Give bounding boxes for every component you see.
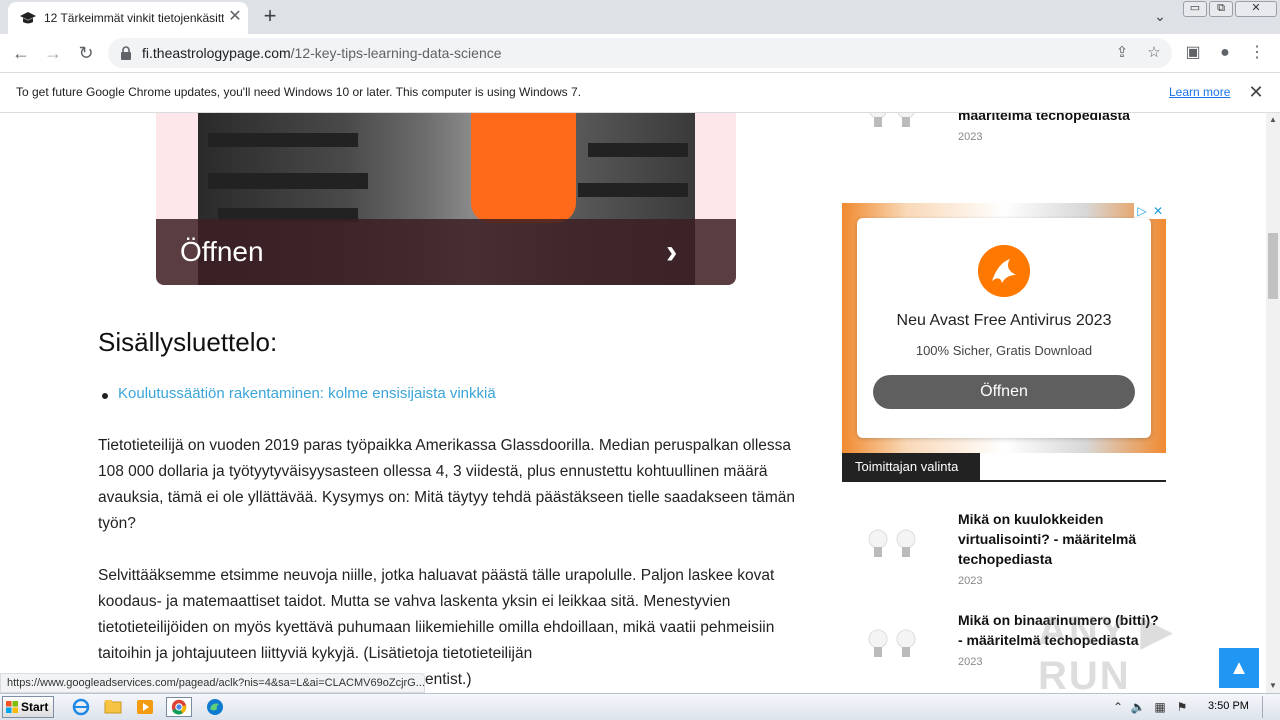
chrome-icon[interactable] (166, 697, 192, 717)
sidebar-article-year: 2023 (958, 575, 983, 587)
windows-logo-icon (6, 701, 18, 713)
tab-search-chevron-icon[interactable]: ⌄ (1150, 8, 1170, 28)
lock-icon (121, 46, 131, 60)
ad-title: Neu Avast Free Antivirus 2023 (896, 312, 1112, 329)
tab-strip: 12 Tärkeimmät vinkit tietojenkäsittelyti… (0, 0, 1280, 34)
ad-open-button[interactable]: Öffnen (873, 375, 1135, 409)
edge-icon[interactable] (202, 697, 228, 717)
start-button[interactable]: Start (2, 696, 54, 718)
scroll-up-arrow-icon[interactable]: ▲ (1266, 113, 1280, 127)
update-infobar: To get future Google Chrome updates, you… (0, 72, 1280, 113)
editors-choice-tab[interactable]: Toimittajan valinta (842, 453, 980, 481)
toc-link[interactable]: Koulutussäätiön rakentaminen: kolme ensi… (118, 385, 496, 402)
tab-title: 12 Tärkeimmät vinkit tietojenkäsittelyti… (44, 11, 224, 25)
sidebar-article-title[interactable]: Mikä on kuulokkeiden virtualisointi? - m… (958, 509, 1163, 569)
internet-explorer-icon[interactable] (68, 697, 94, 717)
graduation-cap-icon (20, 12, 36, 24)
windows-taskbar: Start ⌃ 🔈 ▦ ⚑ 3:50 PM (0, 693, 1280, 720)
taskbar-clock[interactable]: 3:50 PM (1208, 700, 1249, 712)
article-paragraph-fragment: entist.) (425, 671, 472, 688)
browser-tab[interactable]: 12 Tärkeimmät vinkit tietojenkäsittelyti… (8, 2, 248, 34)
sidebar-article-year: 2023 (958, 131, 983, 143)
avast-logo-icon (978, 245, 1030, 297)
article-paragraph: Tietotieteilijä on vuoden 2019 paras työ… (98, 437, 796, 532)
page-content: Öffnen › Sisällysluettelo: Koulutussääti… (0, 113, 1266, 693)
restore-button[interactable]: ⧉ (1209, 1, 1233, 17)
network-icon[interactable]: ▦ (1152, 700, 1168, 714)
action-center-flag-icon[interactable]: ⚑ (1174, 700, 1190, 714)
scroll-to-top-button[interactable]: ▲ (1219, 648, 1259, 688)
scrollbar-thumb[interactable] (1268, 233, 1278, 299)
scroll-down-arrow-icon[interactable]: ▼ (1266, 679, 1280, 693)
browser-toolbar: ← → ↻ fi.theastrologypage.com/12-key-tip… (0, 34, 1280, 72)
chevron-right-icon[interactable]: › (666, 233, 677, 272)
page-scrollbar[interactable]: ▲ ▼ (1266, 113, 1280, 693)
light-bulbs-thumbnail[interactable] (862, 523, 922, 571)
ad-card[interactable]: Neu Avast Free Antivirus 2023 100% Siche… (857, 218, 1151, 438)
editors-choice-divider (842, 480, 1166, 482)
light-bulbs-thumbnail[interactable] (862, 113, 922, 141)
article-ad-banner[interactable]: Öffnen › (156, 113, 736, 285)
ad-close-icon[interactable]: ✕ (1150, 203, 1166, 219)
reload-icon[interactable]: ↻ (73, 40, 99, 66)
sidebar-article-title[interactable]: määritelmä techopediasta (958, 113, 1163, 125)
close-window-button[interactable]: ✕ (1235, 1, 1277, 17)
adchoices[interactable]: ▷ ✕ (1134, 203, 1166, 219)
tab-close-icon[interactable]: ✕ (226, 8, 244, 26)
menu-kebab-icon[interactable]: ⋮ (1244, 40, 1270, 66)
tray-expand-icon[interactable]: ⌃ (1110, 700, 1126, 714)
sidebar-ad[interactable]: ▷ ✕ Neu Avast Free Antivirus 2023 100% S… (842, 203, 1166, 453)
side-panel-icon[interactable]: ▣ (1180, 40, 1206, 66)
share-icon[interactable]: ⇪ (1112, 43, 1132, 63)
infobar-message: To get future Google Chrome updates, you… (16, 85, 582, 99)
volume-icon[interactable]: 🔈 (1130, 700, 1146, 714)
adchoices-play-icon[interactable]: ▷ (1134, 203, 1150, 219)
new-tab-button[interactable]: + (258, 5, 282, 29)
forward-arrow-icon[interactable]: → (40, 40, 66, 66)
toc-title: Sisällysluettelo: (98, 327, 278, 357)
file-explorer-icon[interactable] (100, 697, 126, 717)
media-player-icon[interactable] (132, 697, 158, 717)
article-paragraph: Selvittääksemme etsimme neuvoja niille, … (98, 567, 775, 662)
minimize-button[interactable]: ▭ (1183, 1, 1207, 17)
bookmark-star-icon[interactable]: ☆ (1144, 43, 1164, 63)
start-label: Start (21, 700, 49, 714)
show-desktop-button[interactable] (1262, 696, 1278, 718)
light-bulbs-thumbnail[interactable] (862, 623, 922, 671)
profile-avatar-icon[interactable]: ● (1212, 40, 1238, 66)
learn-more-link[interactable]: Learn more (1169, 85, 1230, 99)
sidebar-article-year: 2023 (958, 656, 983, 668)
address-bar[interactable]: fi.theastrologypage.com/12-key-tips-lear… (108, 38, 1172, 68)
worker-figure (471, 113, 576, 223)
infobar-close-icon[interactable]: ✕ (1246, 82, 1266, 102)
url-text: fi.theastrologypage.com/12-key-tips-lear… (142, 45, 502, 61)
ad-open-label[interactable]: Öffnen (180, 236, 264, 268)
bullet-icon (102, 393, 108, 399)
ad-subtitle: 100% Sicher, Gratis Download (915, 343, 1093, 358)
back-arrow-icon[interactable]: ← (8, 40, 34, 66)
status-url-bubble: https://www.googleadservices.com/pagead/… (0, 673, 425, 693)
